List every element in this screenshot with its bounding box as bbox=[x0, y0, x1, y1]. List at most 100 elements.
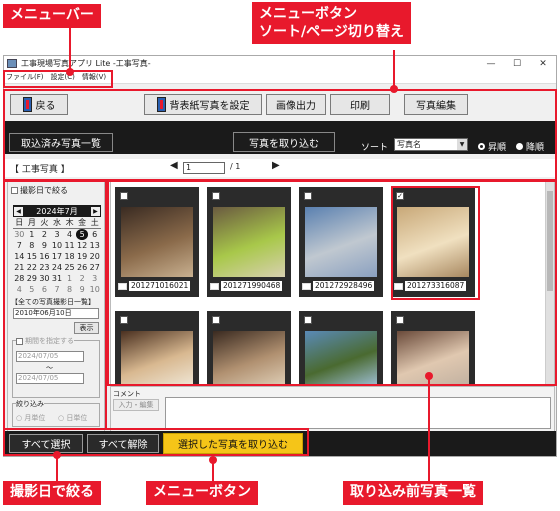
calendar-day[interactable]: 3 bbox=[51, 229, 64, 240]
calendar-day[interactable]: 15 bbox=[26, 251, 39, 262]
checkbox-icon[interactable] bbox=[304, 192, 312, 200]
sort-asc-radio[interactable]: 昇順 bbox=[478, 140, 506, 153]
scrollbar-thumb[interactable] bbox=[547, 191, 553, 291]
calendar-day[interactable]: 17 bbox=[51, 251, 64, 262]
comment-label: コメント bbox=[113, 390, 141, 398]
app-icon bbox=[7, 59, 17, 68]
photo-thumbnail[interactable] bbox=[391, 311, 475, 385]
by-day-radio[interactable]: ○ 日単位 bbox=[58, 413, 87, 423]
checkbox-checked-icon[interactable]: ✓ bbox=[396, 192, 404, 200]
set-wallpaper-button[interactable]: 背表紙写真を設定 bbox=[144, 94, 262, 115]
all-dates-label: 【全ての写真撮影日一覧】 bbox=[11, 298, 95, 306]
image-output-button[interactable]: 画像出力 bbox=[266, 94, 326, 115]
checkbox-icon[interactable] bbox=[396, 316, 404, 324]
import-selected-button[interactable]: 選択した写真を取り込む bbox=[163, 433, 303, 454]
photo-thumbnail[interactable] bbox=[115, 311, 199, 385]
calendar-day[interactable]: 31 bbox=[51, 273, 64, 284]
photo-thumbnail[interactable] bbox=[299, 311, 383, 385]
photo-thumbnail[interactable]: ✓ 201273316087 bbox=[391, 187, 475, 297]
minimize-icon[interactable]: — bbox=[478, 59, 504, 69]
calendar-day[interactable]: 5 bbox=[75, 229, 89, 240]
calendar-day[interactable]: 27 bbox=[88, 262, 101, 273]
calendar-day[interactable]: 1 bbox=[63, 273, 76, 284]
period-label: 期間を指定する bbox=[25, 337, 74, 345]
calendar-day[interactable]: 10 bbox=[51, 240, 64, 251]
calendar-day[interactable]: 25 bbox=[63, 262, 76, 273]
calendar-day[interactable]: 8 bbox=[26, 240, 39, 251]
menu-file[interactable]: ファイル(F) bbox=[6, 72, 44, 82]
connector-menubar bbox=[69, 28, 71, 72]
calendar-day[interactable]: 7 bbox=[13, 240, 26, 251]
calendar-day[interactable]: 9 bbox=[76, 284, 89, 295]
calendar-day[interactable]: 9 bbox=[38, 240, 51, 251]
calendar-day[interactable]: 29 bbox=[26, 273, 39, 284]
period-to-select[interactable]: 2024/07/05 bbox=[16, 373, 84, 384]
sort-select[interactable]: 写真名 ▼ bbox=[394, 138, 468, 151]
calendar-day[interactable]: 3 bbox=[88, 273, 101, 284]
calendar-day[interactable]: 30 bbox=[38, 273, 51, 284]
period-toggle[interactable]: 期間を指定する bbox=[16, 336, 74, 346]
calendar-day[interactable]: 12 bbox=[76, 240, 89, 251]
comment-field[interactable] bbox=[165, 397, 551, 429]
calendar-day[interactable]: 26 bbox=[76, 262, 89, 273]
show-button[interactable]: 表示 bbox=[74, 322, 99, 334]
page-select[interactable]: 1 bbox=[183, 162, 225, 174]
calendar-day[interactable]: 2 bbox=[76, 273, 89, 284]
photo-thumbnail[interactable]: 201271990468 bbox=[207, 187, 291, 297]
calendar-day[interactable]: 6 bbox=[38, 284, 51, 295]
calendar-day[interactable]: 2 bbox=[38, 229, 51, 240]
print-button[interactable]: 印刷 bbox=[330, 94, 390, 115]
deselect-all-button[interactable]: すべて解除 bbox=[87, 434, 159, 453]
calendar-day[interactable]: 28 bbox=[13, 273, 26, 284]
calendar-day[interactable]: 11 bbox=[63, 240, 76, 251]
close-icon[interactable]: ✕ bbox=[530, 59, 556, 69]
calendar-day[interactable]: 19 bbox=[76, 251, 89, 262]
calendar-day[interactable]: 4 bbox=[63, 229, 76, 240]
calendar-day[interactable]: 13 bbox=[88, 240, 101, 251]
maximize-icon[interactable]: ☐ bbox=[504, 59, 530, 69]
imported-list-button[interactable]: 取込済み写真一覧 bbox=[9, 133, 113, 152]
comment-edit-button[interactable]: 入力・編集 bbox=[113, 399, 159, 411]
by-month-radio[interactable]: ○ 月単位 bbox=[16, 413, 45, 423]
calendar-day[interactable]: 18 bbox=[63, 251, 76, 262]
calendar-day[interactable]: 10 bbox=[88, 284, 101, 295]
photo-thumbnail[interactable]: 201272928496 bbox=[299, 187, 383, 297]
calendar-day[interactable]: 6 bbox=[88, 229, 101, 240]
calendar-day[interactable]: 7 bbox=[51, 284, 64, 295]
calendar-day[interactable]: 8 bbox=[63, 284, 76, 295]
calendar-day[interactable]: 16 bbox=[38, 251, 51, 262]
checkbox-icon[interactable] bbox=[212, 316, 220, 324]
calendar-day[interactable]: 1 bbox=[26, 229, 39, 240]
back-button[interactable]: 戻る bbox=[10, 94, 68, 115]
calendar-day[interactable]: 23 bbox=[38, 262, 51, 273]
checkbox-icon[interactable] bbox=[212, 192, 220, 200]
prev-page-icon[interactable]: ◀ bbox=[170, 160, 178, 171]
sort-desc-radio[interactable]: 降順 bbox=[516, 140, 544, 153]
photo-thumbnail[interactable] bbox=[207, 311, 291, 385]
calendar-day[interactable]: 24 bbox=[51, 262, 64, 273]
next-page-icon[interactable]: ▶ bbox=[272, 160, 280, 171]
photo-edit-button[interactable]: 写真編集 bbox=[404, 94, 468, 115]
period-from-select[interactable]: 2024/07/05 bbox=[16, 351, 84, 362]
checkbox-icon[interactable] bbox=[120, 316, 128, 324]
checkbox-icon[interactable] bbox=[120, 192, 128, 200]
page-total: / 1 bbox=[230, 162, 241, 171]
shooting-date-select[interactable]: 2010年06月10日 bbox=[13, 308, 99, 319]
photo-thumbnail[interactable]: 201271016021 bbox=[115, 187, 199, 297]
calendar-day[interactable]: 30 bbox=[13, 229, 26, 240]
calendar-day[interactable]: 20 bbox=[88, 251, 101, 262]
calendar-day[interactable]: 21 bbox=[13, 262, 26, 273]
menu-info[interactable]: 情報(V) bbox=[82, 72, 106, 82]
calendar-day[interactable]: 14 bbox=[13, 251, 26, 262]
calendar-day[interactable]: 22 bbox=[26, 262, 39, 273]
calendar-day[interactable]: 4 bbox=[13, 284, 26, 295]
select-all-button[interactable]: すべて選択 bbox=[9, 434, 83, 453]
import-photos-button[interactable]: 写真を取り込む bbox=[233, 132, 335, 152]
checkbox-icon[interactable] bbox=[304, 316, 312, 324]
scrollbar[interactable] bbox=[545, 181, 554, 385]
calendar-day[interactable]: 5 bbox=[26, 284, 39, 295]
chevron-left-icon[interactable]: ◀ bbox=[14, 206, 23, 216]
chevron-right-icon[interactable]: ▶ bbox=[90, 206, 100, 216]
calendar-weekday: 月 bbox=[25, 217, 39, 229]
filter-by-date-toggle[interactable]: 撮影日で絞る bbox=[11, 185, 68, 196]
